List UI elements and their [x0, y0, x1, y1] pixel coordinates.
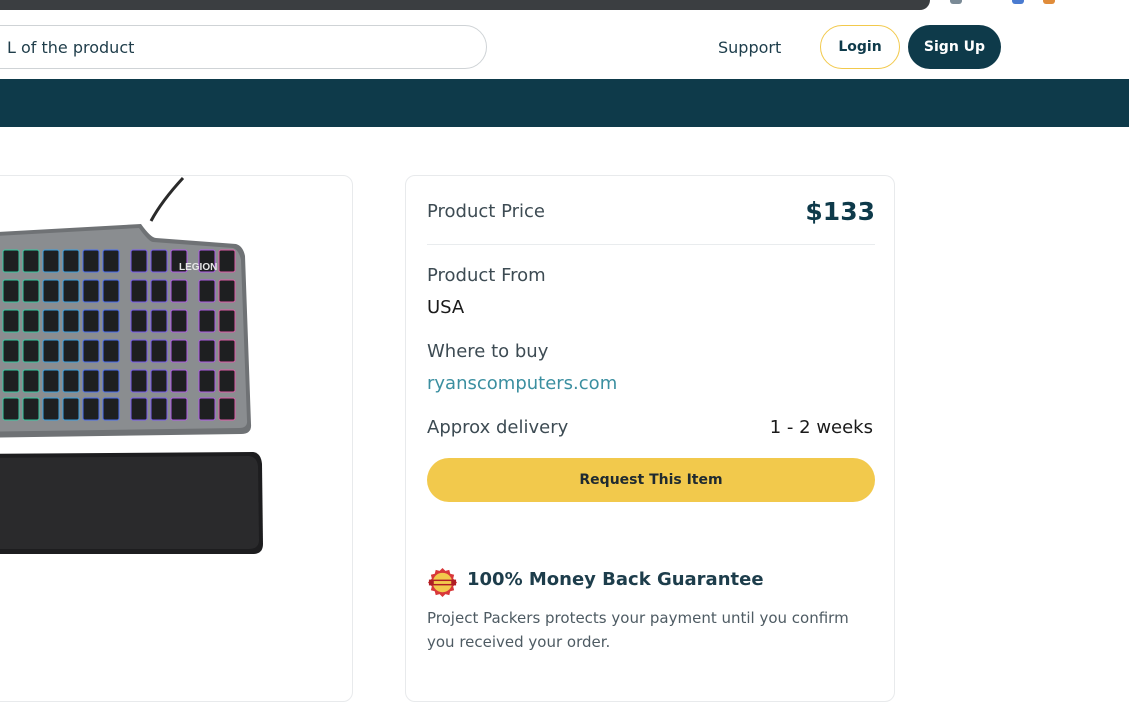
keyboard-key [130, 369, 148, 393]
extension-icon[interactable] [950, 0, 962, 4]
keyboard-key [62, 369, 80, 393]
nav-band [0, 79, 1129, 127]
where-to-buy-label: Where to buy [427, 341, 549, 362]
keyboard-key [42, 339, 60, 363]
keyboard-key [102, 339, 120, 363]
keyboard-key [2, 279, 20, 303]
keyboard-key [22, 339, 40, 363]
keyboard-key [82, 369, 100, 393]
keyboard-key [82, 339, 100, 363]
keyboard-key [198, 369, 216, 393]
keyboard-key [82, 309, 100, 333]
keyboard-key [218, 279, 236, 303]
keyboard-key [130, 249, 148, 273]
keyboard-key [170, 397, 188, 421]
keyboard-key [42, 249, 60, 273]
search-input-text: L of the product [7, 38, 135, 57]
product-image-card: LEGION [0, 175, 353, 702]
extension-icon[interactable] [1043, 0, 1055, 4]
keyboard-key [198, 339, 216, 363]
keyboard-key [218, 249, 236, 273]
keyboard-key [170, 369, 188, 393]
money-back-badge-icon [427, 567, 458, 598]
keyboard-key [102, 369, 120, 393]
extension-icon[interactable] [1012, 0, 1024, 4]
keyboard-key [130, 339, 148, 363]
keyboard-key [218, 309, 236, 333]
product-url-search-input[interactable]: L of the product [0, 25, 487, 69]
keyboard-key [42, 309, 60, 333]
keyboard-key [62, 309, 80, 333]
keyboard-key [150, 339, 168, 363]
brand-logo-text: LEGION [179, 262, 217, 273]
support-link[interactable]: Support [718, 38, 781, 57]
keyboard-key [42, 279, 60, 303]
browser-chrome-strip [0, 0, 1129, 15]
signup-button[interactable]: Sign Up [908, 25, 1001, 69]
keyboard-key [150, 397, 168, 421]
product-from-value: USA [427, 297, 465, 318]
keyboard-key [2, 397, 20, 421]
keyboard-key [62, 249, 80, 273]
keyboard-key [102, 279, 120, 303]
keyboard-key [150, 309, 168, 333]
product-from-label: Product From [427, 265, 546, 286]
keyboard-key [130, 279, 148, 303]
keyboard-key [102, 397, 120, 421]
site-header: L of the product Support Login Sign Up [0, 15, 1129, 79]
keyboard-key [62, 339, 80, 363]
guarantee-title: 100% Money Back Guarantee [467, 569, 764, 590]
keyboard-key [42, 397, 60, 421]
keyboard-key [170, 339, 188, 363]
delivery-label: Approx delivery [427, 417, 569, 438]
keyboard-key [170, 279, 188, 303]
keyboard-key [22, 397, 40, 421]
keyboard-key [150, 369, 168, 393]
guarantee-text: Project Packers protects your payment un… [427, 609, 849, 651]
keyboard-key [82, 397, 100, 421]
keyboard-key [2, 369, 20, 393]
price-row: Product Price $133 [427, 176, 875, 245]
price-label: Product Price [427, 201, 545, 222]
keyboard-key [62, 279, 80, 303]
where-to-buy-link[interactable]: ryanscomputers.com [427, 373, 617, 394]
keyboard-key [22, 309, 40, 333]
delivery-value: 1 - 2 weeks [769, 417, 873, 438]
keyboard-key [218, 369, 236, 393]
keyboard-key [218, 397, 236, 421]
keyboard-key [2, 249, 20, 273]
keyboard-key [198, 397, 216, 421]
keyboard-key [102, 249, 120, 273]
keyboard-key [2, 309, 20, 333]
keyboard-key [170, 309, 188, 333]
login-button[interactable]: Login [820, 25, 900, 69]
keyboard-key [82, 279, 100, 303]
keyboard-key [198, 279, 216, 303]
keyboard-key [22, 279, 40, 303]
keyboard-key [130, 309, 148, 333]
keyboard-key [150, 249, 168, 273]
keyboard-key [130, 397, 148, 421]
request-item-button[interactable]: Request This Item [427, 458, 875, 502]
keyboard-key [22, 249, 40, 273]
keyboard-key [82, 249, 100, 273]
keyboard-key [218, 339, 236, 363]
price-value: $133 [805, 197, 875, 226]
keyboard-key [2, 339, 20, 363]
keyboard-key [22, 369, 40, 393]
keyboard-key [102, 309, 120, 333]
keyboard-product-image: LEGION [0, 176, 263, 554]
browser-tab-bar [0, 0, 930, 10]
keyboard-key [42, 369, 60, 393]
product-info-card: Product Price $133 Product From USA Wher… [405, 175, 895, 702]
keyboard-key [198, 309, 216, 333]
keyboard-key [150, 279, 168, 303]
keyboard-key [62, 397, 80, 421]
